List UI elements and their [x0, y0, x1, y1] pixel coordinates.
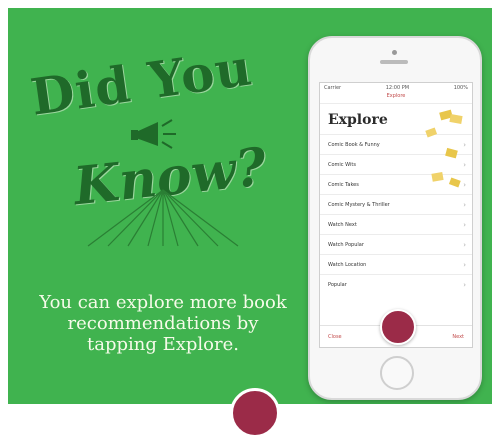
tab-next[interactable]: Next — [452, 334, 464, 340]
status-carrier: Carrier — [324, 85, 342, 91]
list-item[interactable]: Watch Next › — [320, 214, 472, 234]
status-bar: Carrier 12:00 PM 100% — [320, 83, 472, 93]
phone-mockup: Carrier 12:00 PM 100% Explore Explore Co… — [308, 36, 482, 400]
chevron-right-icon: › — [463, 260, 466, 269]
status-time: 12:00 PM — [385, 85, 410, 91]
app-name: Explore — [320, 93, 472, 104]
status-battery: 100% — [453, 85, 468, 91]
list-item[interactable]: Popular › — [320, 274, 472, 294]
app-logo-icon — [230, 388, 280, 438]
list-item[interactable]: Watch Location › — [320, 254, 472, 274]
chevron-right-icon: › — [463, 240, 466, 249]
phone-screen: Carrier 12:00 PM 100% Explore Explore Co… — [319, 82, 473, 348]
camera-icon — [392, 50, 397, 55]
app-logo-icon[interactable] — [380, 309, 416, 345]
frame: Did You Know? You can explore more book … — [0, 0, 495, 438]
promo-panel: Did You Know? You can explore more book … — [8, 8, 492, 404]
rays-decoration — [87, 189, 239, 247]
list-item[interactable]: Watch Popular › — [320, 234, 472, 254]
chevron-right-icon: › — [463, 200, 466, 209]
home-button[interactable] — [380, 356, 414, 390]
book-stack-icon — [425, 109, 463, 188]
speaker-grill — [380, 60, 408, 64]
chevron-right-icon: › — [463, 280, 466, 289]
body-text: You can explore more book recommendation… — [39, 292, 287, 355]
chevron-right-icon: › — [463, 220, 466, 229]
tab-close[interactable]: Close — [328, 334, 342, 340]
